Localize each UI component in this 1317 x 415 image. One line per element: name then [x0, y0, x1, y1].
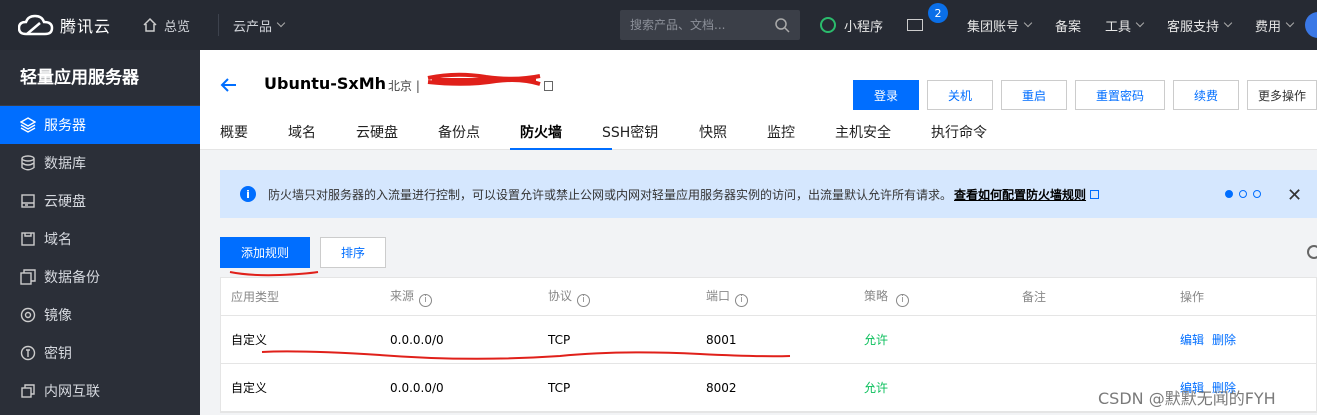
annotation-underlines — [229, 271, 791, 360]
annotation-underline-add-rule — [229, 271, 319, 277]
annotation-underline-rule-row — [261, 350, 791, 360]
csdn-watermark: CSDN @默默无闻的FYH — [1098, 389, 1276, 408]
